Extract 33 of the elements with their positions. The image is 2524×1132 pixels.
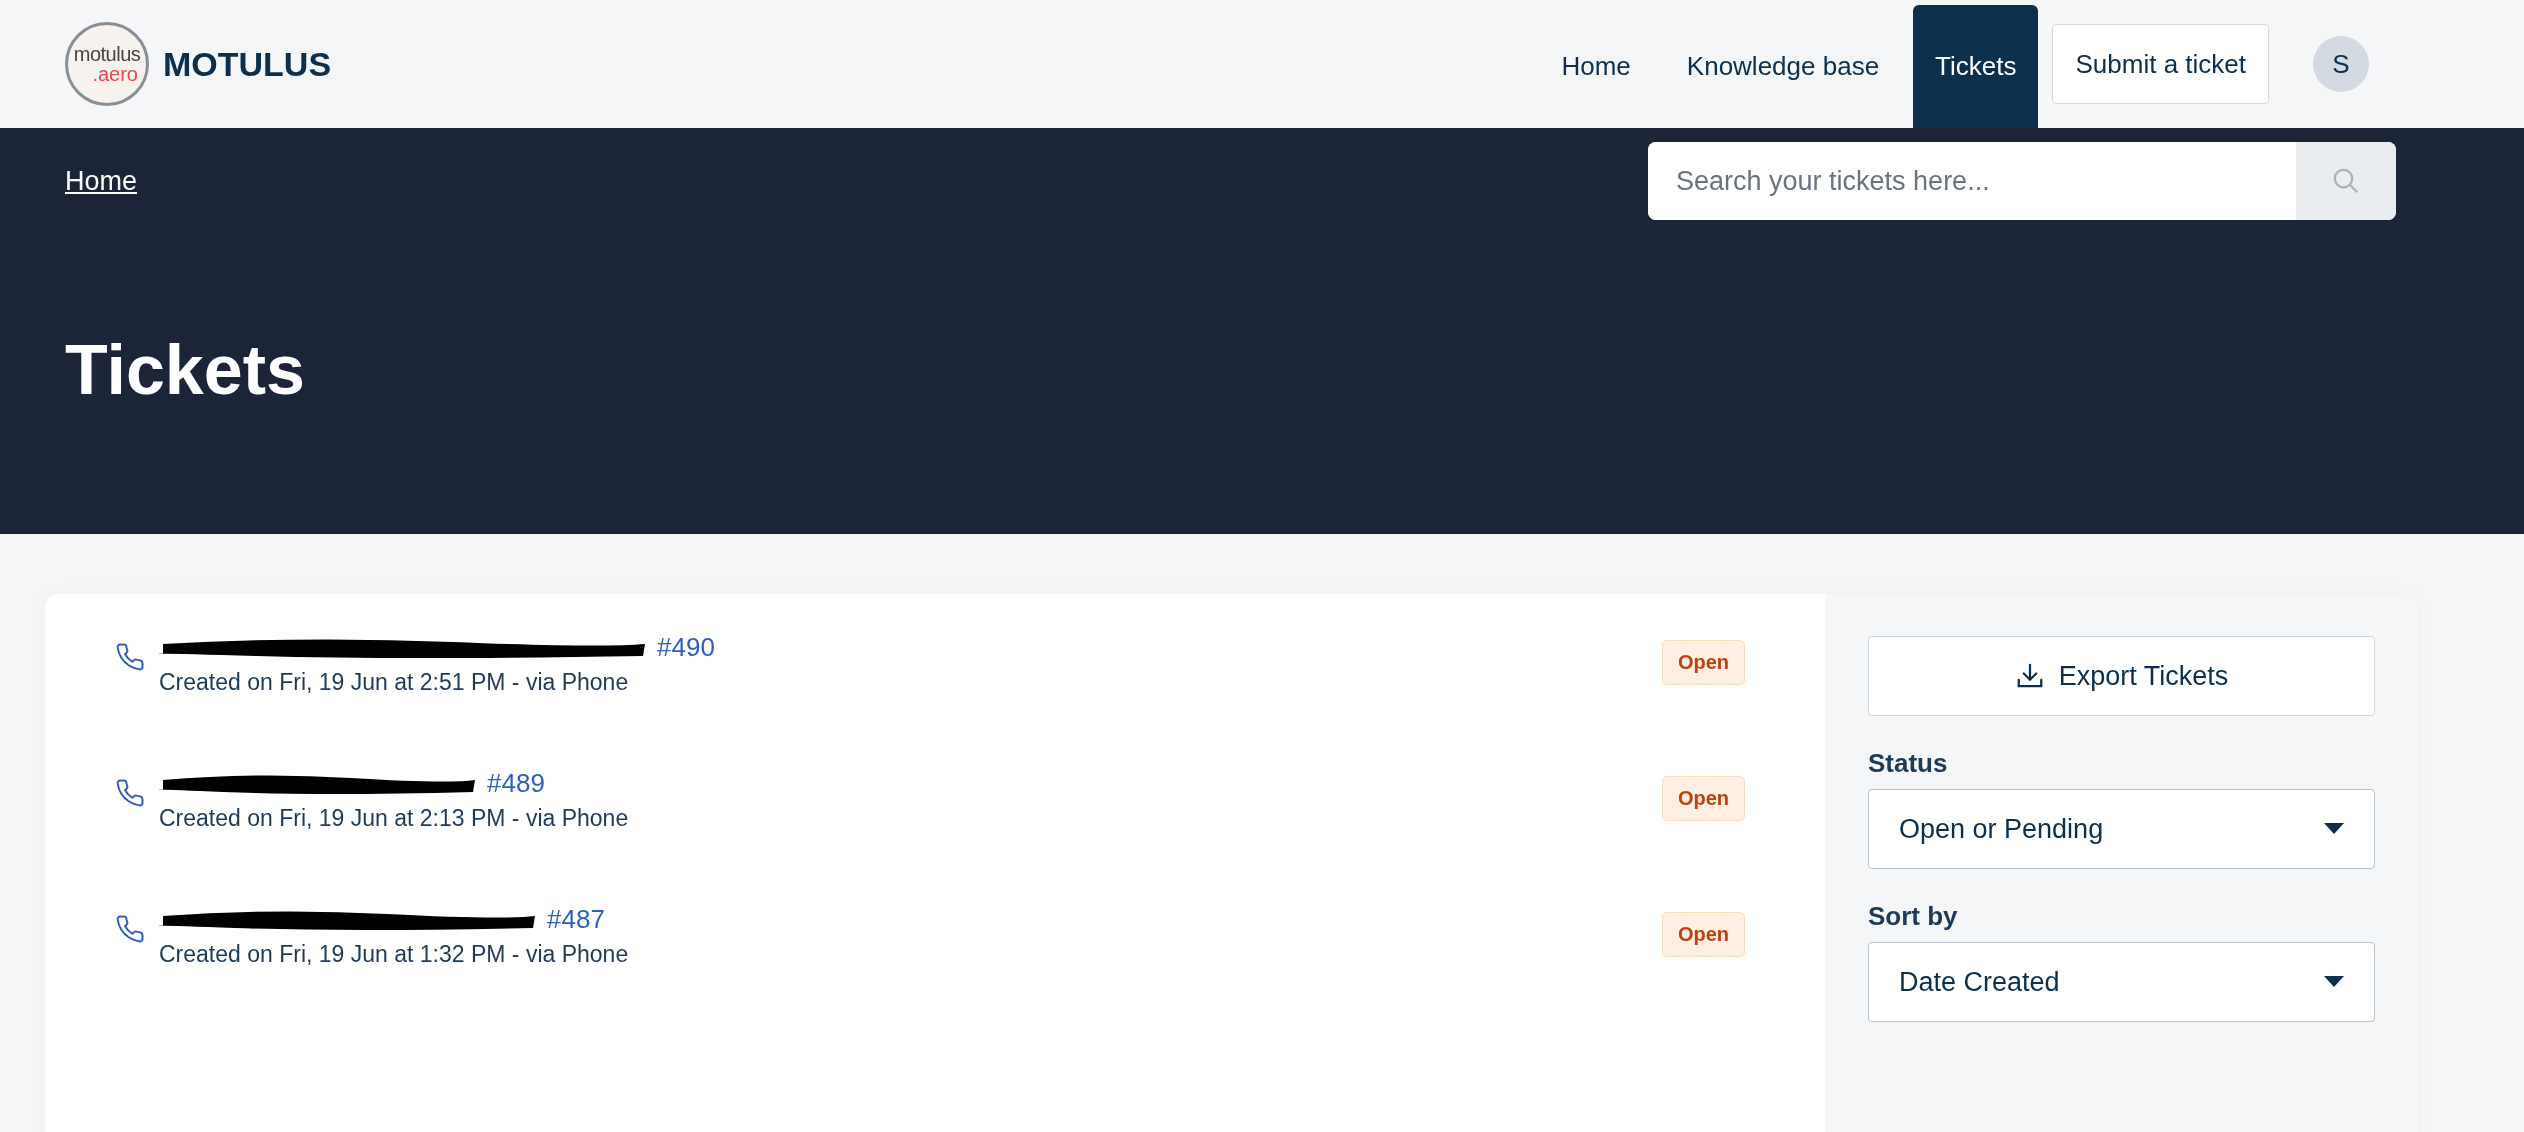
filter-label: Status bbox=[1868, 748, 1949, 779]
nav-tab[interactable]: Knowledge base bbox=[1664, 5, 1902, 128]
ticket-meta: Created on Fri, 19 Jun at 1:32 PM - via Phone bbox=[159, 941, 629, 968]
logo-text: .aero bbox=[92, 64, 138, 84]
submit-ticket-button[interactable]: Submit a ticket bbox=[2052, 24, 2269, 104]
filter-select[interactable]: Open or Pending bbox=[1868, 789, 2375, 869]
export-button[interactable]: Export Tickets bbox=[1868, 636, 2375, 716]
status-badge: Open bbox=[1661, 776, 1745, 821]
breadcrumb-link[interactable]: Home bbox=[65, 165, 138, 197]
search-icon bbox=[2331, 166, 2361, 196]
ticket-meta: Created on Fri, 19 Jun at 2:13 PM - via Phone bbox=[159, 805, 629, 832]
user-avatar[interactable]: S bbox=[2313, 36, 2369, 92]
page-title: Tickets bbox=[65, 330, 306, 410]
search-field[interactable]: Search your tickets here... bbox=[1648, 142, 2396, 220]
phone-icon bbox=[115, 642, 145, 672]
ticket-meta: Created on Fri, 19 Jun at 2:51 PM - via Phone bbox=[159, 669, 630, 696]
filter-select[interactable]: Date Created bbox=[1868, 942, 2375, 1022]
ticket-link[interactable]: #489 bbox=[487, 768, 545, 799]
status-badge: Open bbox=[1661, 912, 1745, 957]
phone-icon bbox=[115, 914, 145, 944]
nav-tab[interactable]: Tickets bbox=[1913, 5, 2039, 128]
caret-icon bbox=[2324, 976, 2344, 988]
nav-tab[interactable]: Home bbox=[1539, 5, 1653, 128]
caret-icon bbox=[2324, 823, 2344, 835]
search-button[interactable] bbox=[2296, 142, 2396, 220]
ticket-link[interactable]: #490 bbox=[657, 632, 715, 663]
phone-icon bbox=[115, 778, 145, 808]
filter-label: Sort by bbox=[1868, 901, 1959, 932]
logo-text: motulus bbox=[73, 44, 141, 64]
logo[interactable]: motulus .aero bbox=[65, 22, 149, 106]
status-badge: Open bbox=[1661, 640, 1745, 685]
ticket-link[interactable]: #487 bbox=[547, 904, 605, 935]
brand-name: MOTULUS bbox=[163, 44, 332, 84]
